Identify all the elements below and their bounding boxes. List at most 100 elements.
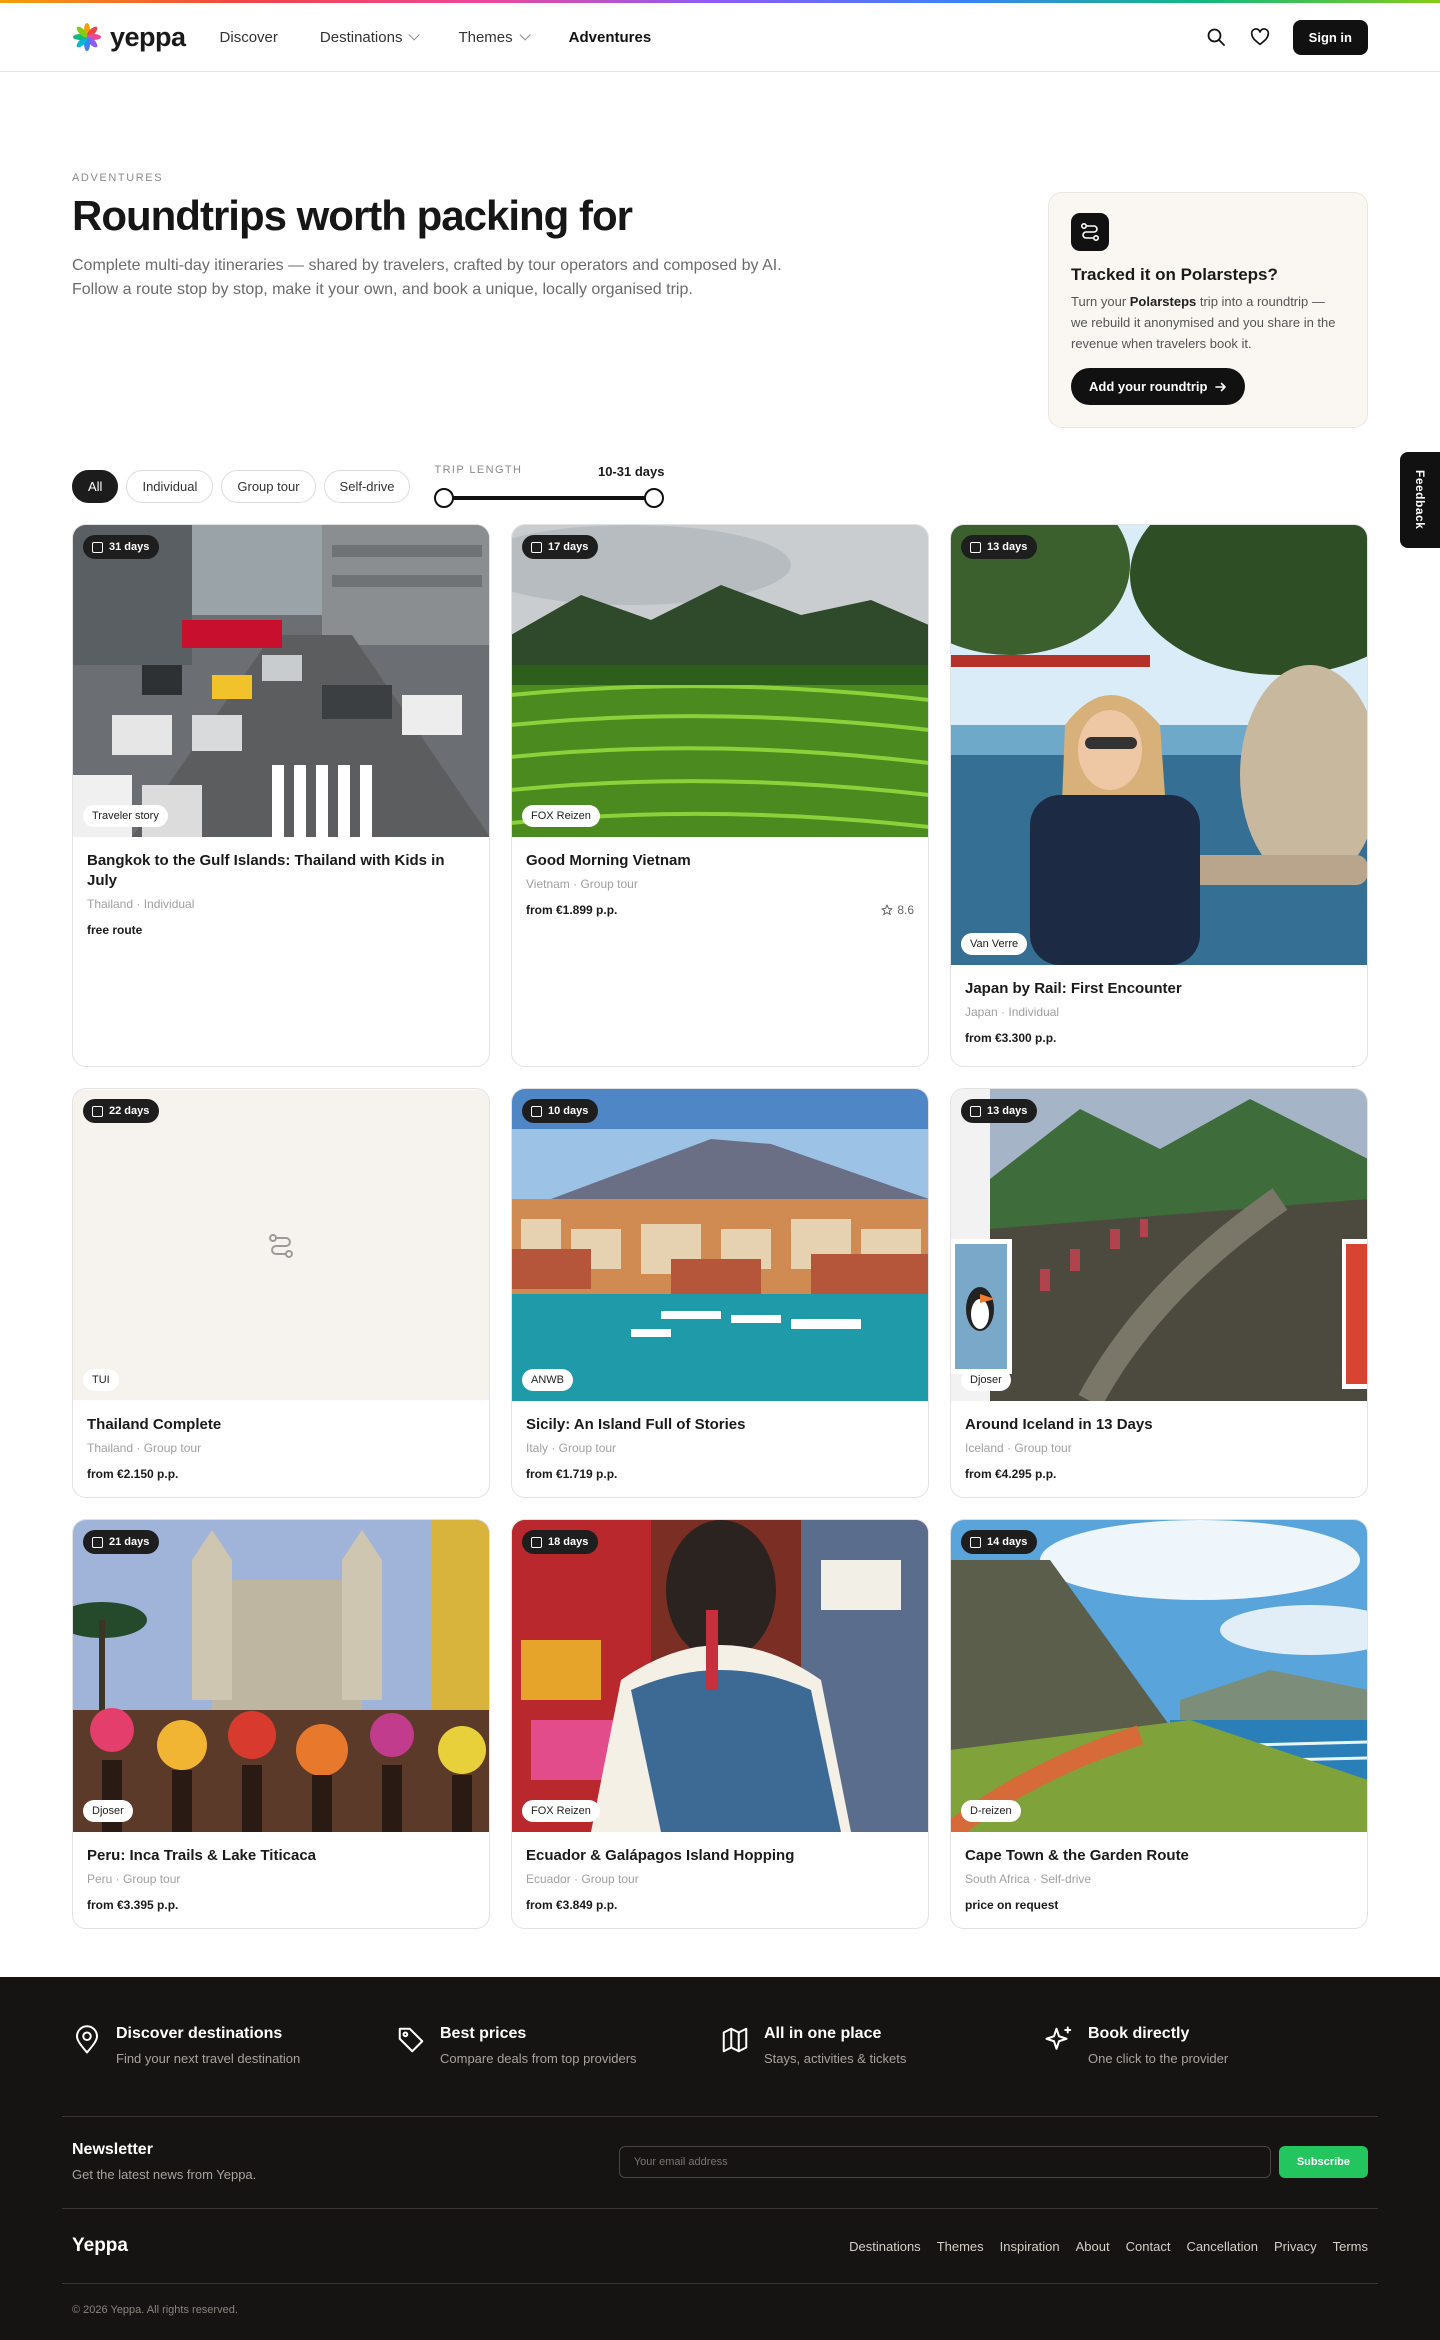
footer-link[interactable]: About [1076,2239,1110,2254]
trip-grid: 31 days Traveler story Bangkok to the Gu… [0,524,1440,1929]
footer-link[interactable]: Inspiration [1000,2239,1060,2254]
newsletter-title: Newsletter [72,2141,153,2158]
page-subtitle: Complete multi-day itineraries — shared … [72,254,832,302]
slider-track[interactable] [442,496,657,500]
trip-title[interactable]: Japan by Rail: First Encounter [965,979,1353,999]
trip-card[interactable]: 22 days TUI Thailand Complete Thailand ·… [72,1088,490,1498]
nav-discover[interactable]: Discover [220,29,278,46]
sign-in-button[interactable]: Sign in [1292,19,1368,55]
trip-price-row: from €3.395 p.p. [87,1898,475,1912]
footer-link[interactable]: Contact [1126,2239,1171,2254]
heart-icon[interactable] [1249,26,1271,48]
feature-item: Best prices Compare deals from top provi… [396,2025,720,2066]
promo-text-bold: Polarsteps [1129,294,1197,309]
trip-price-row: from €3.300 p.p. [965,1031,1353,1045]
trip-image: 18 days FOX Reizen [512,1520,928,1832]
trip-image: 14 days D-reizen [951,1520,1367,1832]
calendar-icon [531,1105,542,1117]
trip-title[interactable]: Sicily: An Island Full of Stories [526,1415,914,1435]
trip-image: 17 days FOX Reizen [512,525,928,837]
trip-title[interactable]: Thailand Complete [87,1415,475,1435]
calendar-icon [970,1536,981,1548]
trip-title[interactable]: Peru: Inca Trails & Lake Titicaca [87,1846,475,1866]
trip-title[interactable]: Good Morning Vietnam [526,851,914,871]
chevron-down-icon [408,29,421,41]
feature-subtitle: Stays, activities & tickets [764,2051,907,2066]
slider-max-handle[interactable] [644,488,665,508]
trip-meta: Italy · Group tour [526,1441,617,1455]
provider-badge: Traveler story [83,805,168,827]
duration-label: 17 days [548,541,589,553]
map-icon [720,2025,750,2060]
chip-self-drive[interactable]: Self-drive [323,469,411,503]
calendar-icon [92,1536,103,1548]
email-input[interactable] [618,2145,1271,2178]
map-pin-icon [72,2025,102,2060]
footer-links: Destinations Themes Inspiration About Contac… [849,2239,1368,2254]
nav-adventures[interactable]: Adventures [569,29,652,46]
main-nav: Discover Destinations Themes Adventures [220,29,652,46]
footer-link[interactable]: Themes [937,2239,984,2254]
duration-label: 18 days [548,1536,589,1548]
footer-link[interactable]: Privacy [1274,2239,1317,2254]
feature-subtitle: One click to the provider [1088,2051,1229,2066]
trip-meta: Vietnam · Group tour [526,877,638,891]
tag-icon [396,2025,426,2060]
duration-badge: 21 days [83,1530,160,1554]
subscribe-button[interactable]: Subscribe [1278,2145,1368,2178]
nav-destinations[interactable]: Destinations [320,29,421,46]
feedback-tab[interactable]: Feedback [1400,452,1440,548]
trip-card[interactable]: 21 days Djoser Peru: Inca Trails & Lake … [72,1519,490,1929]
trip-title[interactable]: Ecuador & Galápagos Island Hopping [526,1846,914,1866]
duration-label: 14 days [987,1536,1028,1548]
duration-badge: 13 days [961,535,1038,559]
footer-logo[interactable]: Yeppa [72,2235,128,2257]
trip-card[interactable]: 18 days FOX Reizen Ecuador & Galápagos I… [511,1519,929,1929]
chip-all[interactable]: All [72,469,119,503]
trip-card[interactable]: 17 days FOX Reizen Good Morning Vietnam … [511,524,929,1067]
footer-link[interactable]: Destinations [849,2239,921,2254]
page-title: Roundtrips worth packing for [72,192,633,239]
nav-label: Adventures [568,28,652,46]
feature-subtitle: Compare deals from top providers [440,2051,637,2066]
calendar-icon [531,541,542,553]
trip-meta: Iceland · Group tour [965,1441,1072,1455]
trip-image: 10 days ANWB [512,1089,928,1401]
trip-card[interactable]: 13 days Van Verre Japan by Rail: First E… [950,524,1368,1067]
provider-badge: FOX Reizen [522,805,600,827]
footer-link[interactable]: Cancellation [1186,2239,1258,2254]
trip-meta: South Africa · Self-drive [965,1872,1092,1886]
duration-label: 13 days [987,541,1028,553]
filter-bar: All Individual Group tour Self-drive TRI… [0,464,1440,508]
slider-min-handle[interactable] [434,488,455,508]
feature-subtitle: Find your next travel destination [116,2051,301,2066]
add-roundtrip-button[interactable]: Add your roundtrip [1071,368,1246,405]
calendar-icon [92,1105,103,1117]
feature-row: Discover destinations Find your next tra… [72,1977,1368,2116]
trip-price: from €1.719 p.p. [526,1467,618,1481]
subtitle-line: Complete multi-day itineraries — shared … [72,257,782,274]
provider-badge: TUI [83,1369,119,1391]
trip-price: from €1.899 p.p. [526,903,618,917]
trip-card[interactable]: 13 days Djoser Around Iceland in 13 Days… [950,1088,1368,1498]
trip-title[interactable]: Bangkok to the Gulf Islands: Thailand wi… [87,851,475,891]
eyebrow: ADVENTURES [72,172,164,184]
trip-price: from €3.849 p.p. [526,1898,618,1912]
trip-card[interactable]: 31 days Traveler story Bangkok to the Gu… [72,524,490,1067]
search-icon[interactable] [1205,26,1227,48]
footer-link[interactable]: Terms [1333,2239,1368,2254]
trip-card[interactable]: 14 days D-reizen Cape Town & the Garden … [950,1519,1368,1929]
chip-individual[interactable]: Individual [126,469,214,503]
logo[interactable]: yeppa [72,22,186,53]
nav-themes[interactable]: Themes [458,28,531,46]
chip-group-tour[interactable]: Group tour [221,469,316,503]
trip-price-row: from €1.899 p.p. 8.6 [526,903,914,917]
trip-card[interactable]: 10 days ANWB Sicily: An Island Full of S… [511,1088,929,1498]
newsletter-subtitle: Get the latest news from Yeppa. [72,2167,257,2182]
trip-title[interactable]: Around Iceland in 13 Days [965,1415,1353,1435]
trip-title[interactable]: Cape Town & the Garden Route [965,1846,1353,1866]
polarsteps-promo: Tracked it on Polarsteps? Turn your Pola… [1048,192,1368,428]
rating: 8.6 [881,903,914,917]
trip-meta: Thailand · Group tour [87,1441,202,1455]
nav-label: Themes [458,28,513,46]
